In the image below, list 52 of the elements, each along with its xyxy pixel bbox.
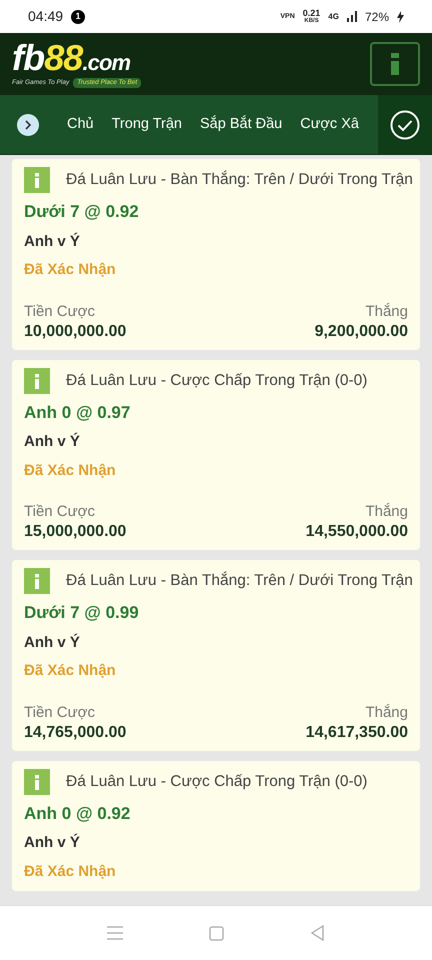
win-amount: 14,550,000.00 <box>306 522 408 542</box>
stake-amount: 15,000,000.00 <box>24 522 126 542</box>
match-name: Anh v Ý <box>24 832 81 853</box>
site-logo: fb88.com <box>12 40 132 76</box>
match-name: Anh v Ý <box>24 432 81 452</box>
stake-label: Tiền Cược <box>24 702 96 722</box>
chevron-right-icon <box>24 120 32 130</box>
menu-icon[interactable] <box>107 926 123 940</box>
nav-tab[interactable]: Sắp Bắt Đầu <box>200 114 282 136</box>
stake-label: Tiền Cược <box>24 302 96 322</box>
market-title: Đá Luân Lưu - Bàn Thắng: Trên / Dưới Trong Trận <box>66 570 413 592</box>
signal-icon <box>346 11 357 22</box>
bet-selection: Anh 0 @ 0.92 <box>24 802 132 824</box>
info-icon <box>24 768 50 794</box>
bet-status: Đã Xác Nhận <box>24 661 117 681</box>
market-title: Đá Luân Lưu - Cược Chấp Trong Trận (0-0) <box>66 370 368 391</box>
info-icon <box>391 53 399 75</box>
market-title: Đá Luân Lưu - Bàn Thắng: Trên / Dưới Trong Trận <box>66 170 413 190</box>
stake-label: Tiền Cược <box>24 502 96 522</box>
info-button[interactable] <box>370 42 420 86</box>
clock: 04:49 <box>28 7 64 26</box>
info-icon <box>24 167 50 193</box>
nav-tab[interactable]: Cược Xâ <box>300 114 359 136</box>
stake-amount: 14,765,000.00 <box>24 722 126 742</box>
nav-tab[interactable]: Chủ <box>67 114 94 136</box>
bet-selection: Dưới 7 @ 0.92 <box>24 201 140 223</box>
bet-selection: Dưới 7 @ 0.99 <box>24 602 140 624</box>
win-amount: 14,617,350.00 <box>306 722 408 742</box>
home-icon[interactable] <box>209 926 224 940</box>
battery-level: 72% <box>364 8 389 26</box>
notification-count: 1 <box>71 10 86 24</box>
bet-status: Đã Xác Nhận <box>24 260 117 280</box>
win-label: Thắng <box>365 702 408 722</box>
check-circle-icon[interactable] <box>390 110 420 140</box>
info-icon <box>24 568 50 594</box>
network-type: 4G <box>328 10 339 22</box>
bet-status: Đã Xác Nhận <box>24 460 117 480</box>
win-amount: 9,200,000.00 <box>314 322 408 342</box>
bet-status: Đã Xác Nhận <box>24 862 117 882</box>
back-icon[interactable] <box>310 925 325 941</box>
charging-icon <box>397 10 404 22</box>
scroll-right-button[interactable] <box>17 114 39 136</box>
nav-tab[interactable]: Trong Trận <box>112 114 182 136</box>
market-title: Đá Luân Lưu - Cược Chấp Trong Trận (0-0) <box>66 772 368 792</box>
match-name: Anh v Ý <box>24 232 81 252</box>
info-icon <box>24 368 50 394</box>
win-label: Thắng <box>365 302 408 322</box>
win-label: Thắng <box>365 502 408 522</box>
stake-amount: 10,000,000.00 <box>24 322 126 342</box>
network-speed: 0.21 <box>302 9 320 18</box>
match-name: Anh v Ý <box>24 632 81 652</box>
bet-selection: Anh 0 @ 0.97 <box>24 402 132 424</box>
